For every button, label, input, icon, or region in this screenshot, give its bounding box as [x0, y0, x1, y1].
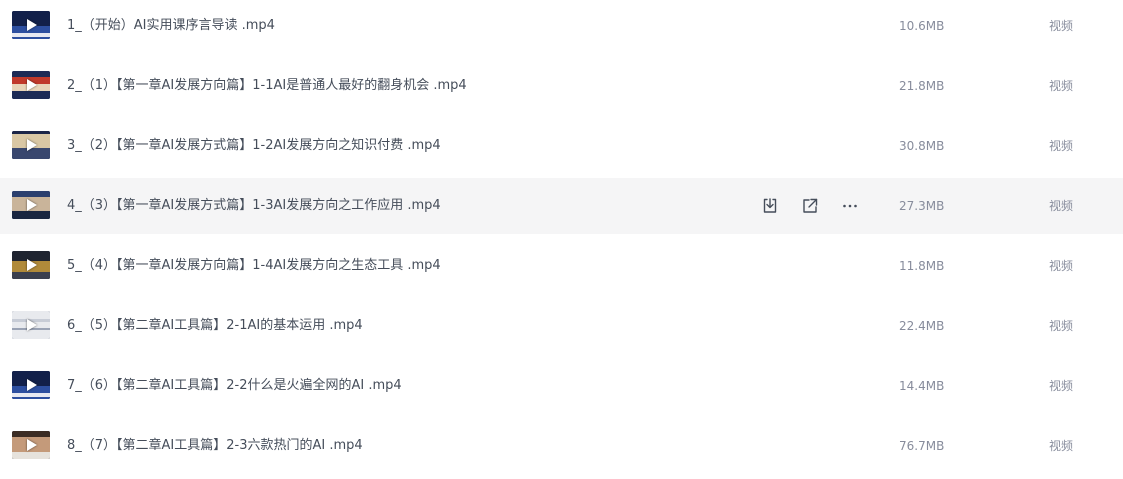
row-actions — [760, 195, 860, 217]
play-icon — [27, 19, 37, 31]
file-name[interactable]: 7_（6）【第二章AI工具篇】2-2什么是火遍全网的AI .mp4 — [67, 377, 402, 395]
download-button[interactable] — [760, 196, 780, 216]
file-row[interactable]: 3_（2）【第一章AI发展方式篇】1-2AI发展方向之知识付费 .mp4 30.8… — [0, 118, 1123, 174]
video-thumbnail[interactable] — [12, 191, 50, 219]
video-thumbnail[interactable] — [12, 431, 50, 459]
file-name[interactable]: 4_（3）【第一章AI发展方式篇】1-3AI发展方向之工作应用 .mp4 — [67, 197, 441, 215]
file-size: 22.4MB — [899, 319, 945, 333]
file-row[interactable]: 1_（开始）AI实用课序言导读 .mp4 10.6MB 视频 — [0, 0, 1123, 54]
file-name[interactable]: 3_（2）【第一章AI发展方式篇】1-2AI发展方向之知识付费 .mp4 — [67, 137, 441, 155]
video-thumbnail[interactable] — [12, 251, 50, 279]
more-icon — [841, 197, 859, 215]
file-row[interactable]: 4_（3）【第一章AI发展方式篇】1-3AI发展方向之工作应用 .mp4 27.3… — [0, 178, 1123, 234]
file-name[interactable]: 6_（5）【第二章AI工具篇】2-1AI的基本运用 .mp4 — [67, 317, 363, 335]
file-name[interactable]: 2_（1）【第一章AI发展方向篇】1-1AI是普通人最好的翻身机会 .mp4 — [67, 77, 467, 95]
file-size: 21.8MB — [899, 79, 945, 93]
video-thumbnail[interactable] — [12, 371, 50, 399]
file-type: 视频 — [1049, 139, 1074, 153]
file-list: 1_（开始）AI实用课序言导读 .mp4 10.6MB 视频 2_（1）【第一章AI发… — [0, 0, 1123, 479]
file-type: 视频 — [1049, 259, 1074, 273]
file-size: 76.7MB — [899, 439, 945, 453]
video-thumbnail[interactable] — [12, 131, 50, 159]
file-type: 视频 — [1049, 79, 1074, 93]
file-size: 27.3MB — [899, 199, 945, 213]
share-button[interactable] — [800, 196, 820, 216]
file-row[interactable]: 2_（1）【第一章AI发展方向篇】1-1AI是普通人最好的翻身机会 .mp4 21… — [0, 58, 1123, 114]
play-icon — [27, 379, 37, 391]
play-icon — [27, 79, 37, 91]
share-icon — [801, 197, 819, 215]
play-icon — [27, 319, 37, 331]
file-type: 视频 — [1049, 319, 1074, 333]
file-type: 视频 — [1049, 439, 1074, 453]
file-size: 11.8MB — [899, 259, 945, 273]
file-name[interactable]: 1_（开始）AI实用课序言导读 .mp4 — [67, 17, 275, 35]
file-size: 30.8MB — [899, 139, 945, 153]
file-row[interactable]: 8_（7）【第二章AI工具篇】2-3六款热门的AI .mp4 76.7MB 视频 — [0, 418, 1123, 474]
download-icon — [761, 197, 779, 215]
play-icon — [27, 199, 37, 211]
file-row[interactable]: 7_（6）【第二章AI工具篇】2-2什么是火遍全网的AI .mp4 14.4MB 视… — [0, 358, 1123, 414]
play-icon — [27, 139, 37, 151]
video-thumbnail[interactable] — [12, 11, 50, 39]
file-row[interactable]: 6_（5）【第二章AI工具篇】2-1AI的基本运用 .mp4 22.4MB 视频 — [0, 298, 1123, 354]
play-icon — [27, 439, 37, 451]
play-icon — [27, 259, 37, 271]
file-size: 14.4MB — [899, 379, 945, 393]
file-name[interactable]: 8_（7）【第二章AI工具篇】2-3六款热门的AI .mp4 — [67, 437, 363, 455]
file-name[interactable]: 5_（4）【第一章AI发展方向篇】1-4AI发展方向之生态工具 .mp4 — [67, 257, 441, 275]
file-type: 视频 — [1049, 19, 1074, 33]
more-button[interactable] — [840, 196, 860, 216]
file-row[interactable]: 5_（4）【第一章AI发展方向篇】1-4AI发展方向之生态工具 .mp4 11.8… — [0, 238, 1123, 294]
file-size: 10.6MB — [899, 19, 945, 33]
file-type: 视频 — [1049, 199, 1074, 213]
video-thumbnail[interactable] — [12, 71, 50, 99]
file-type: 视频 — [1049, 379, 1074, 393]
video-thumbnail[interactable] — [12, 311, 50, 339]
